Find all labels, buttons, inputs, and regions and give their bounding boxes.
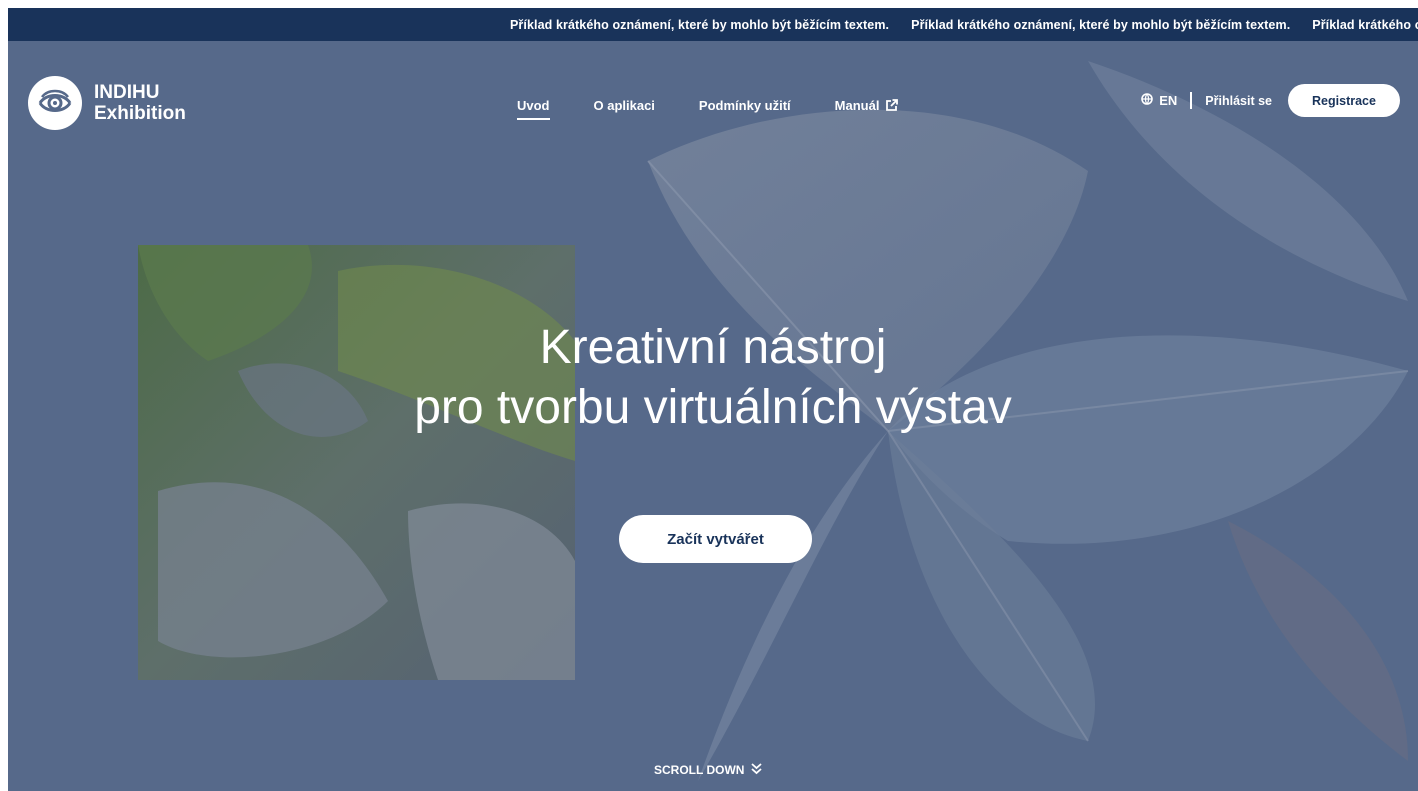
nav-item-o-aplikaci[interactable]: O aplikaci: [594, 98, 655, 113]
divider: [1190, 92, 1193, 109]
nav-item-label: Podmínky užití: [698, 98, 791, 113]
scroll-down-label: SCROLL DOWN: [654, 763, 745, 777]
hero-title-line1: Kreativní nástroj: [539, 321, 887, 374]
external-link-icon: [885, 99, 899, 112]
nav-item-podminky-uziti[interactable]: Podmínky užití: [699, 98, 791, 113]
page: Příklad krátkého oznámení, které by mohl…: [8, 8, 1418, 791]
ticker-item: Příklad krátkého oznámení, které by mohl…: [510, 17, 890, 32]
nav-item-label: O aplikaci: [593, 98, 655, 113]
announcement-ticker: Příklad krátkého oznámení, které by mohl…: [8, 8, 1418, 41]
login-link[interactable]: Přihlásit se: [1205, 94, 1272, 108]
logo-title: INDIHU: [94, 82, 160, 103]
nav-item-label: Uvod: [517, 98, 550, 113]
ticker-item: Příklad krátkého oznámení, které by mohl…: [911, 17, 1291, 32]
language-switch[interactable]: EN: [1141, 93, 1177, 108]
main-nav: Uvod O aplikaci Podmínky užití Manuál: [517, 98, 942, 120]
nav-item-uvod[interactable]: Uvod: [517, 98, 550, 120]
hero-title-line2: pro tvorbu virtuálních výstav: [414, 381, 1012, 434]
start-creating-button[interactable]: Začít vytvářet: [619, 515, 812, 563]
chevron-double-down-icon: [750, 762, 763, 778]
ticker-item: Příklad krátkého oznámení, které by mohl…: [1312, 17, 1418, 32]
logo-subtitle: Exhibition: [94, 103, 186, 124]
nav-item-manual[interactable]: Manuál: [835, 98, 899, 113]
language-label: EN: [1159, 93, 1178, 108]
eye-logo-icon: [28, 76, 82, 130]
header-actions: EN Přihlásit se Registrace: [1141, 84, 1400, 117]
nav-item-label: Manuál: [834, 98, 880, 113]
globe-icon: [1141, 93, 1154, 108]
scroll-down-link[interactable]: SCROLL DOWN: [654, 762, 763, 778]
logo[interactable]: INDIHU Exhibition: [28, 76, 186, 130]
hero-title: Kreativní nástroj pro tvorbu virtuálních…: [8, 318, 1418, 438]
register-button[interactable]: Registrace: [1288, 84, 1400, 117]
site-header: INDIHU Exhibition Uvod O aplikaci Podmín…: [8, 41, 1418, 141]
